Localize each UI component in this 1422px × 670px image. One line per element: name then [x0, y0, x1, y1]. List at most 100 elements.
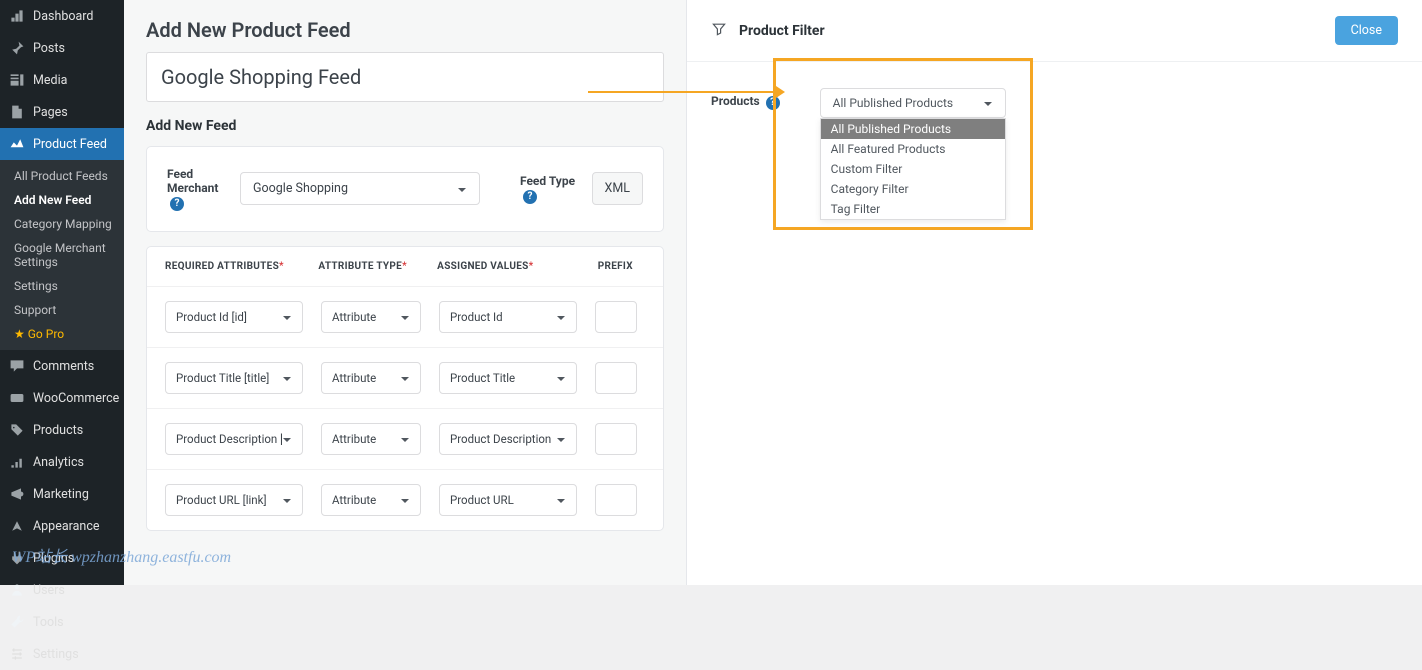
attr-select[interactable]: Product Description [de:: [165, 423, 303, 455]
attributes-table: REQUIRED ATTRIBUTES* ATTRIBUTE TYPE* ASS…: [146, 246, 664, 531]
feedtype-label: Feed Type ?: [520, 174, 580, 204]
feedtype-label-text: Feed Type: [520, 174, 575, 188]
help-icon[interactable]: ?: [766, 96, 780, 110]
val-select[interactable]: Product Id: [439, 301, 577, 333]
attr-select[interactable]: Product Title [title]: [165, 362, 303, 394]
val-select[interactable]: Product Description: [439, 423, 577, 455]
sidebar-item-label: Settings: [33, 647, 79, 662]
submenu-category-mapping[interactable]: Category Mapping: [0, 212, 124, 236]
sidebar-item-label: Media: [33, 73, 67, 88]
sidebar-item-plugins[interactable]: Plugins: [0, 542, 124, 574]
submenu-all-feeds[interactable]: All Product Feeds: [0, 164, 124, 188]
type-select[interactable]: Attribute: [321, 423, 421, 455]
type-select[interactable]: Attribute: [321, 362, 421, 394]
products-label-text: Products: [711, 94, 760, 108]
val-value: Product Id: [450, 310, 503, 324]
sidebar-item-pages[interactable]: Pages: [0, 96, 124, 128]
attr-select[interactable]: Product URL [link]: [165, 484, 303, 516]
admin-sidebar: Dashboard Posts Media Pages Product Feed…: [0, 0, 124, 585]
sidebar-item-comments[interactable]: Comments: [0, 350, 124, 382]
sidebar-item-appearance[interactable]: Appearance: [0, 510, 124, 542]
val-value: Product Title: [450, 371, 515, 385]
th-assigned-values: ASSIGNED VALUES*: [437, 261, 585, 272]
sidebar-item-label: Appearance: [33, 519, 100, 534]
table-row: Product URL [link] Attribute Product URL: [147, 469, 663, 530]
dropdown-option[interactable]: Tag Filter: [821, 199, 1005, 219]
prefix-input[interactable]: [595, 301, 637, 333]
dashboard-icon: [8, 7, 26, 25]
appearance-icon: [8, 517, 26, 535]
sidebar-item-label: Comments: [33, 359, 94, 374]
products-dropdown: All Published Products All Published Pro…: [820, 88, 1006, 118]
users-icon: [8, 581, 26, 599]
submenu-add-new-feed[interactable]: Add New Feed: [0, 188, 124, 212]
val-select[interactable]: Product URL: [439, 484, 577, 516]
attr-value: Product Description [de:: [176, 432, 282, 446]
chevron-down-icon: [282, 495, 292, 505]
sidebar-item-woocommerce[interactable]: WooCommerce: [0, 382, 124, 414]
sidebar-item-product-feed[interactable]: Product Feed: [0, 128, 124, 160]
sidebar-item-products[interactable]: Products: [0, 414, 124, 446]
chevron-down-icon: [400, 495, 410, 505]
prefix-input[interactable]: [595, 484, 637, 516]
sidebar-item-settings[interactable]: Settings: [0, 638, 124, 670]
help-icon[interactable]: ?: [170, 197, 184, 211]
chevron-down-icon: [282, 312, 292, 322]
sidebar-item-users[interactable]: Users: [0, 574, 124, 606]
sidebar-item-label: WooCommerce: [33, 391, 119, 406]
chevron-down-icon: [556, 312, 566, 322]
chevron-down-icon: [457, 184, 467, 194]
dropdown-option[interactable]: All Featured Products: [821, 139, 1005, 159]
attr-value: Product Id [id]: [176, 310, 247, 324]
type-select[interactable]: Attribute: [321, 484, 421, 516]
sidebar-item-label: Analytics: [33, 455, 84, 470]
merchant-value: Google Shopping: [253, 181, 348, 196]
comments-icon: [8, 357, 26, 375]
type-value: Attribute: [332, 493, 376, 507]
attr-select[interactable]: Product Id [id]: [165, 301, 303, 333]
submenu-settings[interactable]: Settings: [0, 274, 124, 298]
feed-name-input[interactable]: [146, 52, 664, 102]
star-icon: ★: [14, 327, 25, 341]
plugins-icon: [8, 549, 26, 567]
products-select[interactable]: All Published Products: [820, 88, 1006, 118]
sidebar-item-marketing[interactable]: Marketing: [0, 478, 124, 510]
close-button[interactable]: Close: [1335, 16, 1398, 45]
sidebar-item-posts[interactable]: Posts: [0, 32, 124, 64]
attr-value: Product URL [link]: [176, 493, 267, 507]
pin-icon: [8, 39, 26, 57]
tools-icon: [8, 613, 26, 631]
chevron-down-icon: [282, 434, 292, 444]
submenu-go-pro[interactable]: ★ Go Pro: [0, 322, 124, 346]
chevron-down-icon: [400, 434, 410, 444]
sidebar-item-label: Products: [33, 423, 83, 438]
merchant-field: Feed Merchant ? Google Shopping: [167, 167, 480, 211]
dropdown-option[interactable]: Category Filter: [821, 179, 1005, 199]
sidebar-submenu: All Product Feeds Add New Feed Category …: [0, 160, 124, 350]
val-select[interactable]: Product Title: [439, 362, 577, 394]
table-row: Product Id [id] Attribute Product Id: [147, 286, 663, 347]
chevron-down-icon: [400, 373, 410, 383]
sidebar-item-label: Marketing: [33, 487, 89, 502]
sidebar-item-media[interactable]: Media: [0, 64, 124, 96]
merchant-select[interactable]: Google Shopping: [240, 172, 480, 205]
products-selected: All Published Products: [833, 96, 953, 110]
type-select[interactable]: Attribute: [321, 301, 421, 333]
prefix-input[interactable]: [595, 362, 637, 394]
dropdown-option[interactable]: All Published Products: [821, 119, 1005, 139]
product-filter-panel: Product Filter Close Products ? All Publ…: [686, 0, 1422, 585]
chevron-down-icon: [282, 373, 292, 383]
sidebar-item-tools[interactable]: Tools: [0, 606, 124, 638]
sidebar-item-dashboard[interactable]: Dashboard: [0, 0, 124, 32]
th-prefix: PREFIX: [586, 261, 645, 272]
submenu-google-merchant[interactable]: Google Merchant Settings: [0, 236, 124, 274]
dropdown-option[interactable]: Custom Filter: [821, 159, 1005, 179]
chevron-down-icon: [400, 312, 410, 322]
table-row: Product Title [title] Attribute Product …: [147, 347, 663, 408]
sidebar-item-label: Dashboard: [33, 9, 93, 24]
prefix-input[interactable]: [595, 423, 637, 455]
submenu-support[interactable]: Support: [0, 298, 124, 322]
help-icon[interactable]: ?: [523, 190, 537, 204]
products-label: Products ?: [711, 88, 780, 110]
sidebar-item-analytics[interactable]: Analytics: [0, 446, 124, 478]
